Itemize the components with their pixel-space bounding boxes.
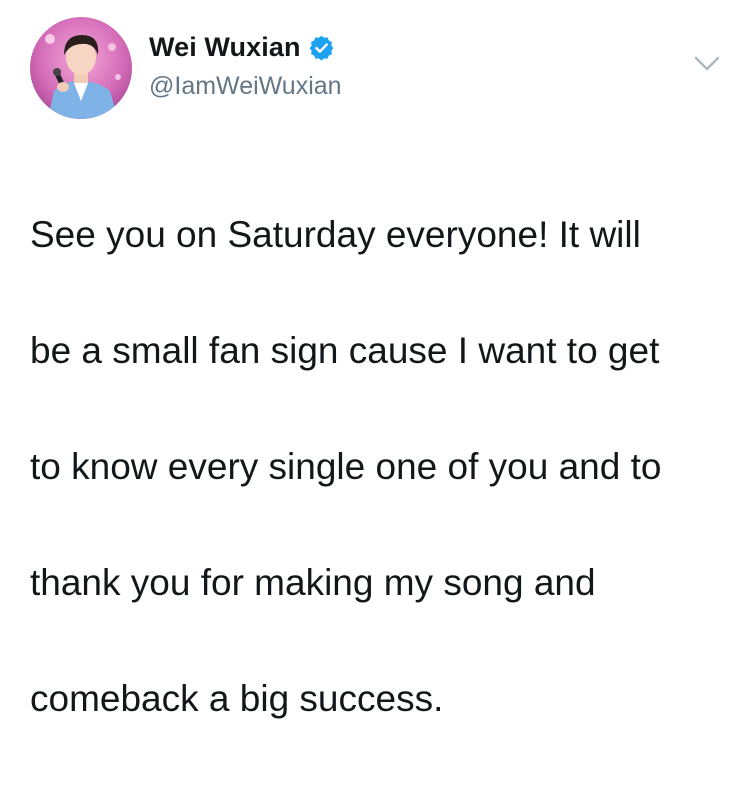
avatar[interactable] bbox=[30, 17, 132, 119]
tweet-text-line: thank you for making my song and bbox=[30, 562, 596, 603]
avatar-photo bbox=[30, 17, 132, 119]
tweet-text-line: to know every single one of you and to bbox=[30, 446, 662, 487]
chevron-down-icon[interactable] bbox=[692, 53, 722, 75]
tweet-text-line: See you on Saturday everyone! It will bbox=[30, 214, 641, 255]
display-name[interactable]: Wei Wuxian bbox=[149, 30, 301, 64]
verified-badge-icon bbox=[308, 34, 335, 61]
tweet-text-line: comeback a big success. bbox=[30, 678, 444, 719]
user-handle[interactable]: @IamWeiWuxian bbox=[149, 70, 342, 102]
tweet-text-line: be a small fan sign cause I want to get bbox=[30, 330, 660, 371]
author-name-row: Wei Wuxian bbox=[149, 30, 335, 64]
tweet-text: See you on Saturday everyone! It will be… bbox=[30, 148, 730, 786]
tweet-card: Wei Wuxian @IamWeiWuxian See you on Satu… bbox=[0, 0, 749, 719]
